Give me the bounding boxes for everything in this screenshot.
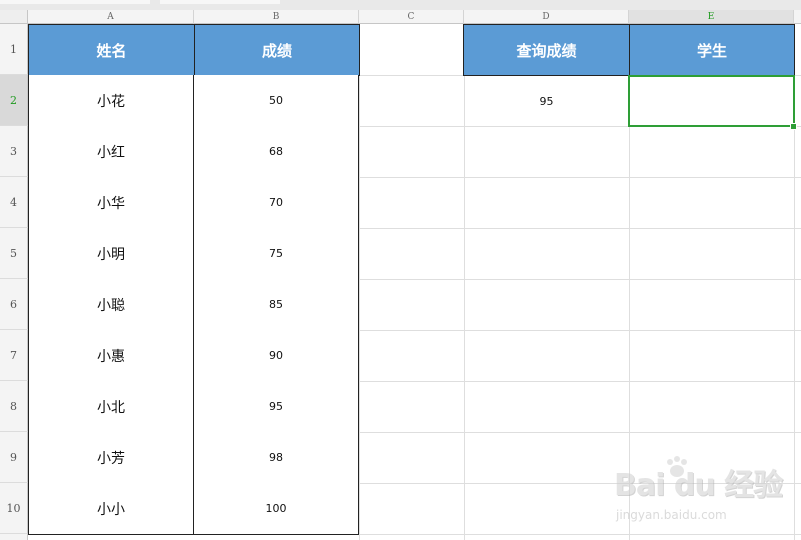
column-header-c[interactable]: C bbox=[359, 10, 464, 24]
cell-b1-score-header[interactable]: 成绩 bbox=[194, 24, 360, 76]
cell-a9[interactable]: 小芳 bbox=[28, 432, 194, 484]
cell-b3[interactable]: 68 bbox=[194, 126, 359, 178]
paw-icon bbox=[667, 456, 687, 477]
row-header-2[interactable]: 2 bbox=[0, 75, 28, 126]
cell-d1-query-header[interactable]: 查询成绩 bbox=[463, 24, 630, 76]
cell-b10[interactable]: 100 bbox=[194, 483, 359, 535]
cell-b8[interactable]: 95 bbox=[194, 381, 359, 433]
cell-a6[interactable]: 小聪 bbox=[28, 279, 194, 331]
cell-b2[interactable]: 50 bbox=[194, 75, 359, 127]
cell-a5[interactable]: 小明 bbox=[28, 228, 194, 280]
column-header-a[interactable]: A bbox=[28, 10, 194, 24]
column-header-e[interactable]: E bbox=[629, 10, 794, 24]
row-header-8[interactable]: 8 bbox=[0, 381, 28, 432]
column-header-f[interactable] bbox=[794, 10, 801, 24]
row-header-10[interactable]: 10 bbox=[0, 483, 28, 534]
cell-a8[interactable]: 小北 bbox=[28, 381, 194, 433]
select-all-corner[interactable] bbox=[0, 10, 28, 24]
active-cell-selection[interactable] bbox=[628, 75, 795, 127]
toolbar-tab-shadow bbox=[0, 0, 150, 4]
cell-b6[interactable]: 85 bbox=[194, 279, 359, 331]
cell-b4[interactable]: 70 bbox=[194, 177, 359, 229]
cell-b7[interactable]: 90 bbox=[194, 330, 359, 382]
column-header-b[interactable]: B bbox=[194, 10, 359, 24]
cell-b5[interactable]: 75 bbox=[194, 228, 359, 280]
watermark-logo: Bai du 经验 bbox=[614, 468, 783, 503]
cell-a1-name-header[interactable]: 姓名 bbox=[28, 24, 195, 76]
cell-a7[interactable]: 小惠 bbox=[28, 330, 194, 382]
row-header-9[interactable]: 9 bbox=[0, 432, 28, 483]
row-header-5[interactable]: 5 bbox=[0, 228, 28, 279]
cell-a2[interactable]: 小花 bbox=[28, 75, 194, 127]
watermark-url: jingyan.baidu.com bbox=[616, 508, 727, 522]
toolbar-tab-shadow bbox=[160, 0, 280, 4]
cell-a10[interactable]: 小小 bbox=[28, 483, 194, 535]
row-header-4[interactable]: 4 bbox=[0, 177, 28, 228]
cell-d2-query-value[interactable]: 95 bbox=[464, 76, 629, 126]
row-header-11[interactable] bbox=[0, 534, 28, 540]
row-header-7[interactable]: 7 bbox=[0, 330, 28, 381]
baidu-jingyan-watermark: Bai du 经验 jingyan.baidu.com bbox=[612, 452, 792, 532]
cell-a3[interactable]: 小红 bbox=[28, 126, 194, 178]
fill-handle[interactable] bbox=[790, 123, 797, 130]
toolbar-strip bbox=[0, 0, 801, 10]
gridline bbox=[359, 24, 360, 540]
row-header-6[interactable]: 6 bbox=[0, 279, 28, 330]
cell-b9[interactable]: 98 bbox=[194, 432, 359, 484]
column-header-d[interactable]: D bbox=[464, 10, 629, 24]
cell-a4[interactable]: 小华 bbox=[28, 177, 194, 229]
row-header-3[interactable]: 3 bbox=[0, 126, 28, 177]
cell-e1-student-header[interactable]: 学生 bbox=[629, 24, 795, 76]
row-header-1[interactable]: 1 bbox=[0, 24, 28, 75]
